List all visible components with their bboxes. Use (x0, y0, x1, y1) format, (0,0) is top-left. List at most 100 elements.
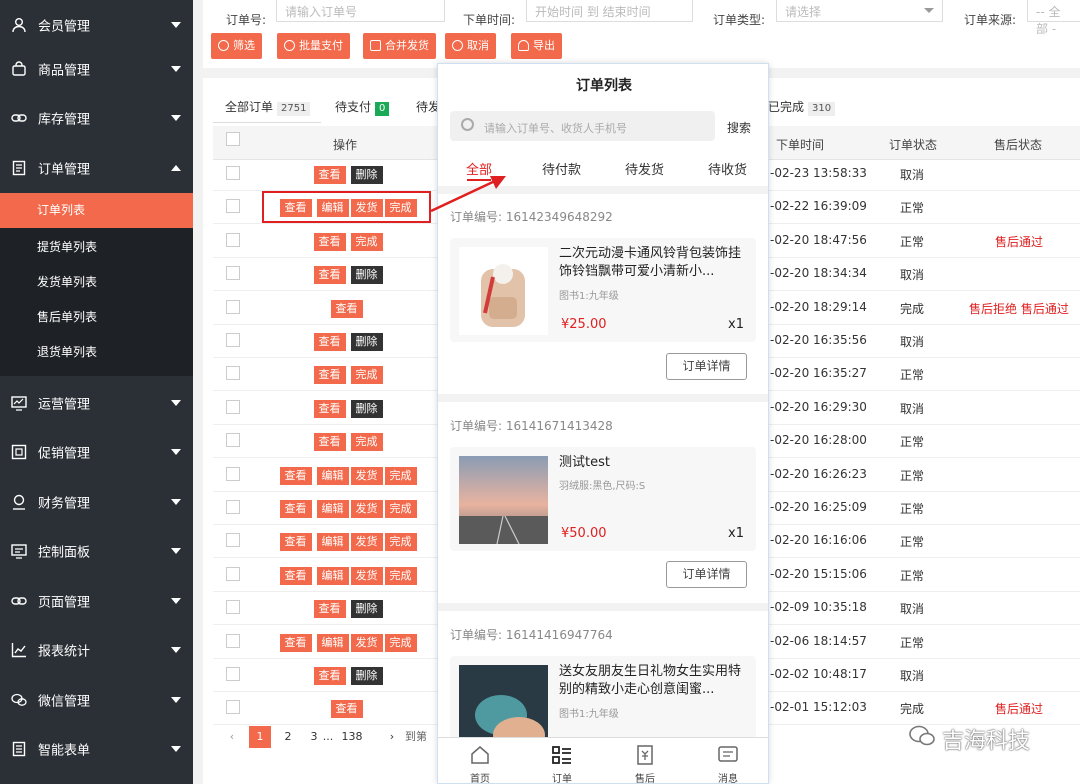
page-2[interactable]: 2 (277, 726, 299, 748)
row-action-button[interactable]: 查看 (313, 366, 346, 385)
menu-report[interactable]: 报表统计 (0, 625, 193, 674)
row-action-button[interactable]: 完成 (350, 366, 383, 385)
row-action-button[interactable]: 完成 (384, 533, 417, 552)
row-checkbox[interactable] (226, 633, 240, 648)
menu-operation[interactable]: 运营管理 (0, 378, 193, 427)
row-action-button[interactable]: 查看 (313, 600, 346, 619)
row-action-button[interactable]: 查看 (313, 433, 346, 452)
order-source-select[interactable]: -- 全部 - (1027, 0, 1080, 36)
row-action-button[interactable]: 查看 (279, 500, 312, 518)
row-checkbox[interactable] (226, 466, 240, 481)
row-action-button[interactable]: 删除 (350, 266, 383, 285)
page-138[interactable]: 138 (341, 726, 363, 748)
row-action-button[interactable]: 编辑 (316, 633, 349, 652)
tab-pending-pay[interactable]: 待支付 0 (335, 98, 390, 116)
menu-smart-form[interactable]: 智能表单 (0, 724, 193, 773)
menu-order[interactable]: 订单管理 (0, 143, 193, 192)
row-action-button[interactable]: 编辑 (316, 466, 349, 485)
order-card[interactable]: 测试test 羽绒服:黑色,尺码:S ¥50.00 x1 (450, 447, 756, 551)
order-detail-button[interactable]: 订单详情 (666, 561, 747, 588)
row-action-button[interactable]: 查看 (313, 266, 346, 285)
row-action-button[interactable]: 完成 (384, 500, 417, 518)
row-checkbox[interactable] (226, 266, 240, 281)
menu-dashboard[interactable]: 控制面板 (0, 526, 193, 575)
menu-page[interactable]: 页面管理 (0, 576, 193, 625)
row-action-button[interactable]: 完成 (350, 433, 383, 452)
order-card[interactable]: 二次元动漫卡通风铃背包装饰挂饰铃铛飘带可爱小清新小... 图书1:九年级 ¥25… (450, 238, 756, 342)
tab-all-orders[interactable]: 全部订单 2751 (225, 98, 311, 116)
page-1[interactable]: 1 (249, 726, 271, 748)
mobile-tab-pending-receive[interactable]: 待收货 (708, 159, 747, 178)
submenu-aftersale-list[interactable]: 售后单列表 (0, 300, 193, 335)
export-button[interactable]: 导出 (511, 33, 562, 59)
row-checkbox[interactable] (226, 199, 240, 214)
row-checkbox[interactable] (226, 533, 240, 548)
row-action-button[interactable]: 查看 (330, 700, 363, 719)
nav-aftersale[interactable]: 售后 (615, 744, 675, 783)
row-checkbox[interactable] (226, 566, 240, 581)
row-action-button[interactable]: 完成 (350, 232, 383, 251)
row-action-button[interactable]: 查看 (313, 399, 346, 418)
row-checkbox[interactable] (226, 500, 240, 514)
row-action-button[interactable]: 发货 (350, 466, 383, 485)
submenu-delivery-list[interactable]: 发货单列表 (0, 265, 193, 300)
row-action-button[interactable]: 删除 (350, 166, 383, 184)
row-action-button[interactable]: 删除 (350, 399, 383, 418)
cancel-button[interactable]: 取消 (445, 33, 496, 59)
row-action-button[interactable]: 查看 (279, 633, 312, 652)
row-action-button[interactable]: 查看 (279, 466, 312, 485)
mobile-tab-all[interactable]: 全部 (466, 159, 492, 178)
nav-message[interactable]: 消息 (698, 744, 758, 783)
row-checkbox[interactable] (226, 433, 240, 448)
row-checkbox[interactable] (226, 700, 240, 715)
menu-wechat[interactable]: 微信管理 (0, 675, 193, 724)
menu-goods[interactable]: 商品管理 (0, 44, 193, 93)
row-action-button[interactable]: 发货 (350, 533, 383, 552)
order-time-input[interactable]: 开始时间 到 结束时间 (526, 0, 693, 22)
batch-pay-button[interactable]: 批量支付 (277, 33, 350, 59)
tab-completed[interactable]: 已完成 310 (768, 98, 836, 116)
prev-page-button[interactable]: ‹ (221, 726, 243, 748)
submenu-return-list[interactable]: 退货单列表 (0, 335, 193, 370)
row-action-button[interactable]: 查看 (313, 667, 346, 685)
menu-member[interactable]: 会员管理 (0, 0, 193, 49)
menu-promotion[interactable]: 促销管理 (0, 427, 193, 476)
submenu-order-list[interactable]: 订单列表 (0, 193, 193, 228)
row-action-button[interactable]: 编辑 (316, 500, 349, 518)
menu-stock[interactable]: 库存管理 (0, 93, 193, 142)
row-action-button[interactable]: 查看 (313, 232, 346, 251)
row-action-button[interactable]: 编辑 (316, 566, 349, 585)
row-action-button[interactable]: 查看 (313, 333, 346, 351)
filter-button[interactable]: 筛选 (211, 33, 262, 59)
row-checkbox[interactable] (226, 232, 240, 247)
mobile-search-input[interactable]: 请输入订单号、收货人手机号 (450, 111, 715, 141)
submenu-pickup-list[interactable]: 提货单列表 (0, 230, 193, 265)
row-action-button[interactable]: 编辑 (316, 533, 349, 552)
nav-order[interactable]: 订单 (532, 744, 592, 783)
row-checkbox[interactable] (226, 366, 240, 381)
row-action-button[interactable]: 完成 (384, 466, 417, 485)
order-detail-button[interactable]: 订单详情 (666, 353, 747, 380)
nav-home[interactable]: 首页 (450, 744, 510, 783)
mobile-search-button[interactable]: 搜索 (727, 119, 751, 136)
row-action-button[interactable]: 完成 (384, 566, 417, 585)
row-action-button[interactable]: 完成 (384, 633, 417, 652)
row-action-button[interactable]: 发货 (350, 566, 383, 585)
row-action-button[interactable]: 查看 (313, 166, 346, 184)
row-action-button[interactable]: 删除 (350, 667, 383, 685)
row-checkbox[interactable] (226, 166, 240, 180)
row-action-button[interactable]: 查看 (279, 566, 312, 585)
next-page-button[interactable]: › (381, 726, 403, 748)
merge-ship-button[interactable]: 合并发货 (363, 33, 436, 59)
row-checkbox[interactable] (226, 667, 240, 681)
mobile-tab-pending-ship[interactable]: 待发货 (625, 159, 664, 178)
row-action-button[interactable]: 发货 (350, 633, 383, 652)
row-action-button[interactable]: 查看 (279, 533, 312, 552)
row-checkbox[interactable] (226, 600, 240, 615)
menu-finance[interactable]: 财务管理 (0, 477, 193, 526)
row-checkbox[interactable] (226, 333, 240, 347)
order-type-select[interactable]: 请选择 (776, 0, 943, 22)
select-all-checkbox[interactable] (226, 132, 240, 146)
row-action-button[interactable]: 查看 (330, 299, 363, 318)
row-action-button[interactable]: 删除 (350, 333, 383, 351)
